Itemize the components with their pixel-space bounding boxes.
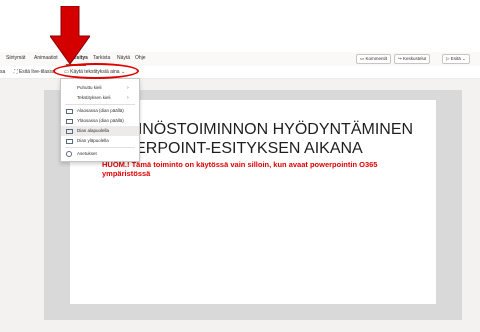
catch-up-icon: ↪ — [398, 56, 402, 61]
menu-item-bottom-overlay[interactable]: Alaosassa (dian päällä) — [61, 106, 139, 116]
menu-separator — [65, 104, 135, 105]
catch-up-label: Keskustelut — [403, 56, 427, 61]
gear-icon — [66, 151, 72, 157]
comments-label: Kommentit — [365, 56, 388, 61]
menu-item-spoken-language[interactable]: Puhuttu kieli › — [61, 83, 139, 93]
menu-item-top-overlay[interactable]: Yläosassa (dian päällä) — [61, 116, 139, 126]
menu-item-label: Puhuttu kieli — [77, 85, 102, 90]
slide-title-line-2: WERPOINT-ESITYKSEN AIKANA — [120, 140, 363, 157]
comment-icon: ▭ — [360, 56, 365, 61]
slide-title: ÄNNÖSTOIMINNON HYÖDYNTÄMINEN WERPOINT-ES… — [120, 120, 413, 158]
present-live-icon: ⛶ — [14, 69, 18, 75]
present-icon: ▷ — [446, 56, 450, 61]
chevron-down-icon: ⌄ — [462, 56, 466, 61]
comments-button[interactable]: ▭ Kommentit — [356, 54, 392, 64]
menu-item-label: Asetukset — [77, 151, 97, 156]
present-live-button[interactable]: ⛶ Esitä live-tilassa — [14, 69, 55, 75]
tab-view[interactable]: Näytä — [117, 55, 130, 61]
annotation-arrow-icon — [50, 6, 90, 65]
bottom-overlay-icon — [66, 109, 73, 114]
menu-item-settings[interactable]: Asetukset — [61, 149, 139, 159]
cut-off-command[interactable]: sa — [0, 69, 5, 75]
chevron-right-icon: › — [127, 95, 129, 101]
slide-warning-text: HUOM.! Tämä toiminto on käytössä vain si… — [102, 160, 378, 178]
menu-item-label: Tekstityksen kieli — [77, 95, 111, 100]
present-live-label: Esitä live-tilassa — [18, 69, 55, 75]
menu-item-above-slide[interactable]: Dian yläpuolella — [61, 136, 139, 146]
menu-item-below-slide[interactable]: Dian alapuolella — [61, 126, 139, 136]
menu-item-subtitle-language[interactable]: Tekstityksen kieli › — [61, 93, 139, 103]
menu-separator — [65, 147, 135, 148]
subtitles-dropdown-menu: Puhuttu kieli › Tekstityksen kieli › Ala… — [60, 78, 140, 162]
tab-transitions[interactable]: Siirtymät — [6, 55, 25, 61]
tab-help[interactable]: Ohje — [135, 55, 146, 61]
above-slide-icon — [66, 139, 73, 144]
menu-item-label: Dian alapuolella — [77, 128, 110, 133]
below-slide-icon — [66, 129, 73, 134]
menu-item-label: Yläosassa (dian päällä) — [77, 118, 124, 123]
menu-item-label: Dian yläpuolella — [77, 138, 109, 143]
slide-title-line-1: ÄNNÖSTOIMINNON HYÖDYNTÄMINEN — [120, 121, 414, 138]
menu-item-label: Alaosassa (dian päällä) — [77, 108, 124, 113]
present-button[interactable]: ▷ Esitä ⌄ — [442, 54, 470, 64]
tab-review[interactable]: Tarkista — [93, 55, 110, 61]
catch-up-button[interactable]: ↪ Keskustelut — [394, 54, 431, 64]
present-label: Esitä — [450, 56, 461, 61]
chevron-right-icon: › — [127, 85, 129, 91]
top-overlay-icon — [66, 119, 73, 124]
